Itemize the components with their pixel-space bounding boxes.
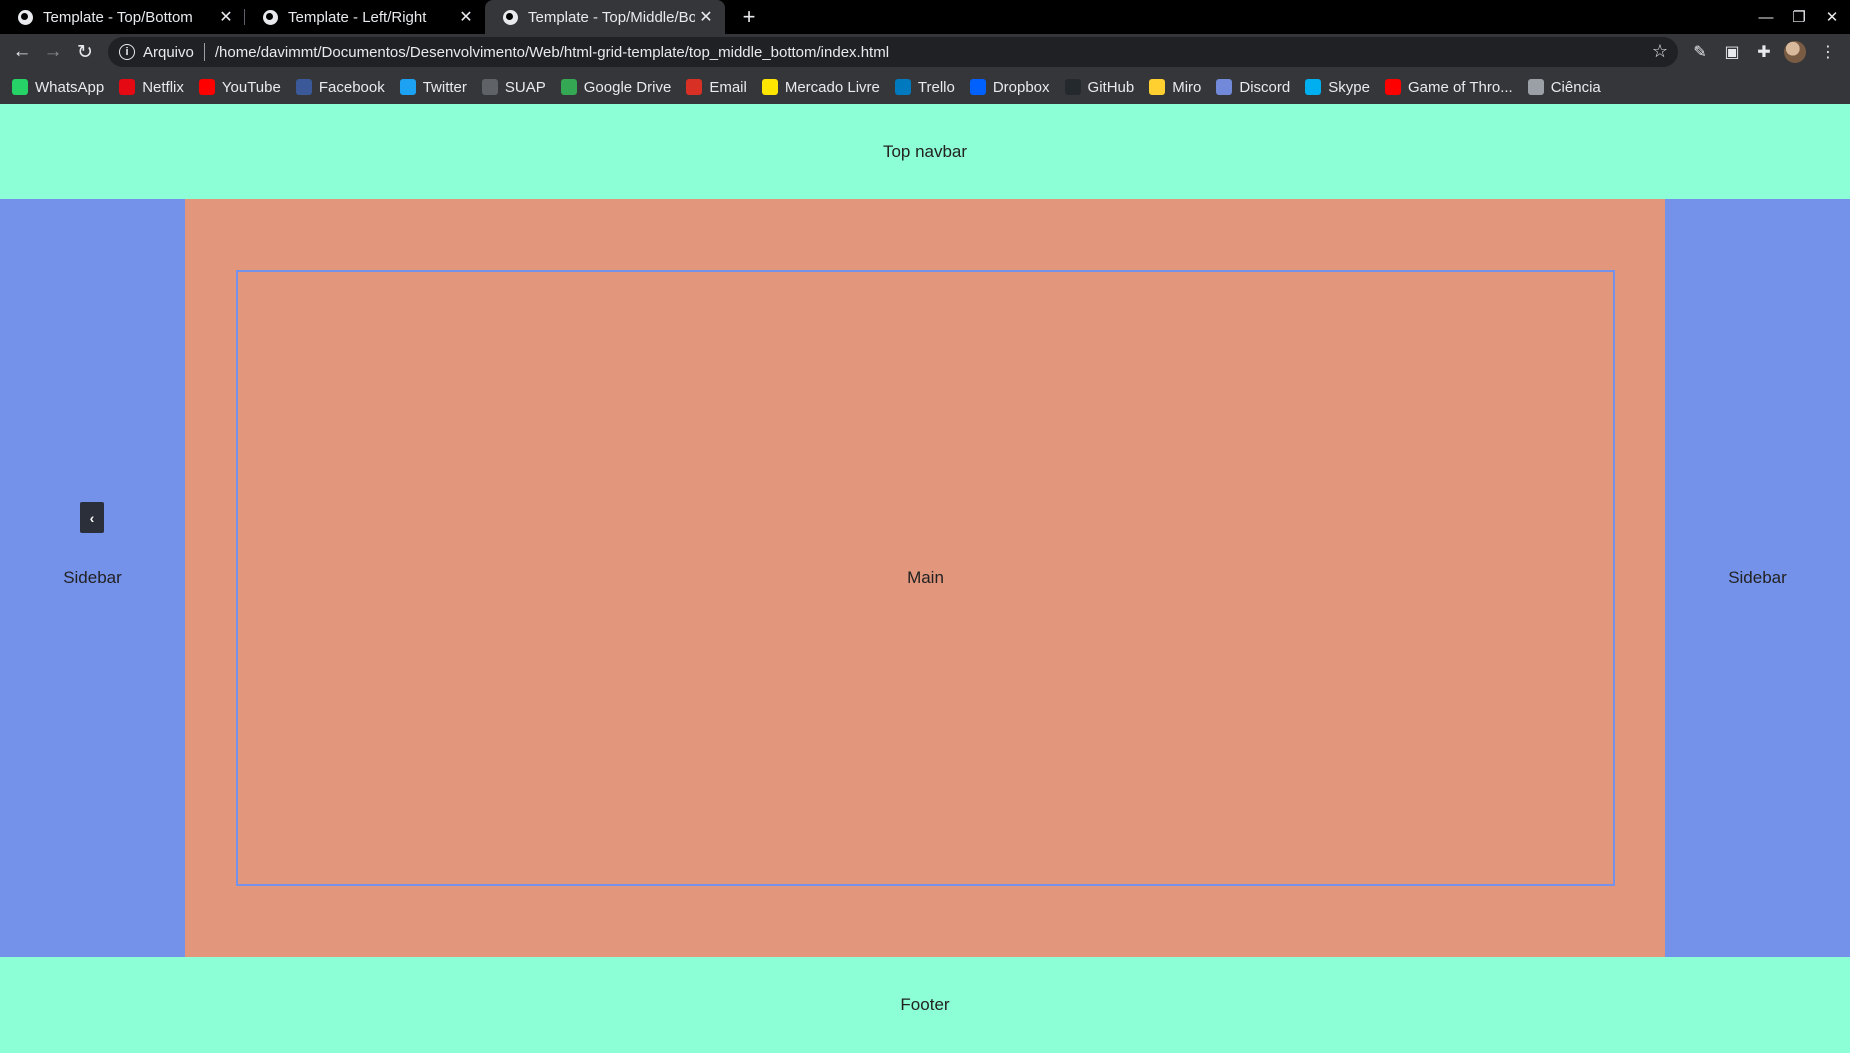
security-chip[interactable]: Arquivo bbox=[143, 44, 194, 61]
bookmark-item[interactable]: YouTube bbox=[198, 78, 281, 96]
github-icon bbox=[1064, 79, 1081, 95]
gmail-icon bbox=[686, 79, 703, 95]
bookmark-label: SUAP bbox=[504, 78, 546, 96]
tab-title: Template - Left/Right bbox=[288, 8, 427, 26]
tab-top-middle-bottom[interactable]: Template - Top/Middle/Bottom ✕ bbox=[485, 0, 725, 34]
main-area: Main bbox=[185, 199, 1665, 957]
url-text[interactable]: /home/davimmt/Documentos/Desenvolvimento… bbox=[215, 44, 889, 61]
left-sidebar-label: Sidebar bbox=[63, 568, 122, 587]
close-icon[interactable]: ✕ bbox=[695, 6, 717, 28]
bookmark-item[interactable]: Netflix bbox=[119, 79, 184, 96]
bookmark-item[interactable]: SUAP bbox=[481, 78, 546, 96]
bookmark-label: WhatsApp bbox=[35, 78, 105, 96]
page-content: Top navbar Sidebar ‹ Main Sidebar Footer bbox=[0, 104, 1850, 1053]
tab-title: Template - Top/Bottom bbox=[43, 8, 193, 26]
divider bbox=[203, 43, 205, 61]
minimize-icon[interactable]: — bbox=[1750, 0, 1782, 34]
twitter-icon bbox=[399, 79, 416, 95]
bookmark-label: Dropbox bbox=[992, 78, 1050, 96]
top-navbar-label: Top navbar bbox=[882, 141, 968, 161]
bookmark-item[interactable]: Discord bbox=[1216, 79, 1290, 96]
forward-icon[interactable]: → bbox=[39, 38, 67, 66]
bookmark-label: Game of Thro... bbox=[1407, 78, 1513, 96]
mercado-livre-icon bbox=[761, 79, 778, 95]
bookmark-item[interactable]: Miro bbox=[1149, 79, 1201, 96]
bookmark-item[interactable]: GitHub bbox=[1064, 78, 1135, 96]
menu-icon[interactable]: ⋮ bbox=[1816, 40, 1840, 64]
whatsapp-icon bbox=[12, 79, 28, 95]
close-window-icon[interactable]: ✕ bbox=[1816, 0, 1848, 34]
extension-icon[interactable]: ✎ bbox=[1688, 40, 1712, 64]
bookmark-item[interactable]: Skype bbox=[1305, 79, 1370, 96]
back-icon[interactable]: ← bbox=[8, 38, 36, 66]
collapse-sidebar-button[interactable]: ‹ bbox=[80, 502, 104, 533]
skype-icon bbox=[1305, 79, 1322, 95]
right-sidebar: Sidebar bbox=[1665, 199, 1850, 957]
new-tab-button[interactable]: + bbox=[736, 4, 762, 30]
globe-icon bbox=[18, 9, 33, 25]
bookmark-label: Trello bbox=[917, 78, 955, 96]
bookmark-label: Email bbox=[709, 78, 747, 96]
bookmark-item[interactable]: Google Drive bbox=[560, 78, 672, 96]
reload-icon[interactable]: ↻ bbox=[71, 38, 99, 66]
bookmark-item[interactable]: WhatsApp bbox=[12, 79, 104, 96]
google-drive-icon bbox=[560, 79, 577, 95]
bookmark-item[interactable]: Ciência bbox=[1527, 78, 1601, 96]
bookmark-item[interactable]: Facebook bbox=[295, 78, 385, 96]
media-icon[interactable]: ▣ bbox=[1720, 40, 1744, 64]
bookmark-label: Twitter bbox=[422, 78, 467, 96]
tab-left-right[interactable]: Template - Left/Right ✕ bbox=[245, 0, 485, 34]
bookmark-item[interactable]: Game of Thro... bbox=[1384, 78, 1513, 96]
main-label: Main bbox=[907, 568, 944, 587]
bookmarks-bar: WhatsApp Netflix YouTube Facebook Twitter SUA… bbox=[0, 70, 1850, 104]
footer: Footer bbox=[0, 957, 1850, 1053]
restore-icon[interactable]: ❐ bbox=[1783, 0, 1815, 34]
browser-toolbar: ← → ↻ i Arquivo /home/davimmt/Documentos… bbox=[0, 34, 1850, 70]
tab-top-bottom[interactable]: Template - Top/Bottom ✕ bbox=[0, 0, 245, 34]
youtube-icon bbox=[1384, 79, 1401, 95]
info-icon[interactable]: i bbox=[119, 44, 135, 60]
folder-icon bbox=[1527, 79, 1544, 95]
bookmark-label: YouTube bbox=[221, 78, 281, 96]
puzzle-icon[interactable]: ✚ bbox=[1752, 40, 1776, 64]
avatar[interactable] bbox=[1784, 41, 1806, 63]
footer-label: Footer bbox=[900, 995, 950, 1014]
bookmark-label: Facebook bbox=[318, 78, 385, 96]
suap-icon bbox=[481, 79, 498, 95]
top-navbar: Top navbar bbox=[0, 104, 1850, 199]
bookmark-label: Google Drive bbox=[583, 78, 672, 96]
bookmark-label: Mercado Livre bbox=[784, 78, 880, 96]
bookmark-label: GitHub bbox=[1087, 78, 1135, 96]
bookmark-item[interactable]: Dropbox bbox=[969, 78, 1050, 96]
left-sidebar: Sidebar bbox=[0, 199, 185, 957]
tab-title: Template - Top/Middle/Bottom bbox=[528, 8, 695, 26]
globe-icon bbox=[263, 9, 278, 25]
bookmark-item[interactable]: Twitter bbox=[399, 78, 467, 96]
trello-icon bbox=[894, 79, 911, 95]
bookmark-star-icon[interactable]: ☆ bbox=[1652, 41, 1668, 62]
youtube-icon bbox=[198, 79, 215, 95]
netflix-icon bbox=[119, 79, 136, 95]
bookmark-item[interactable]: Email bbox=[686, 79, 747, 96]
globe-icon bbox=[503, 9, 518, 25]
dropbox-icon bbox=[969, 79, 986, 95]
bookmark-label: Miro bbox=[1172, 78, 1202, 96]
main-box: Main bbox=[236, 270, 1615, 886]
bookmark-label: Ciência bbox=[1550, 78, 1601, 96]
address-bar[interactable]: i Arquivo /home/davimmt/Documentos/Desen… bbox=[108, 37, 1678, 67]
facebook-icon bbox=[295, 79, 312, 95]
discord-icon bbox=[1216, 79, 1233, 95]
bookmark-item[interactable]: Trello bbox=[894, 78, 955, 96]
bookmark-label: Discord bbox=[1239, 78, 1291, 96]
bookmark-item[interactable]: Mercado Livre bbox=[761, 78, 880, 96]
right-sidebar-label: Sidebar bbox=[1728, 568, 1787, 587]
close-icon[interactable]: ✕ bbox=[215, 6, 237, 28]
close-icon[interactable]: ✕ bbox=[455, 6, 477, 28]
bookmark-label: Netflix bbox=[142, 78, 184, 96]
tab-strip: Template - Top/Bottom ✕ Template - Left/… bbox=[0, 0, 1850, 34]
bookmark-label: Skype bbox=[1328, 78, 1370, 96]
miro-icon bbox=[1149, 79, 1166, 95]
